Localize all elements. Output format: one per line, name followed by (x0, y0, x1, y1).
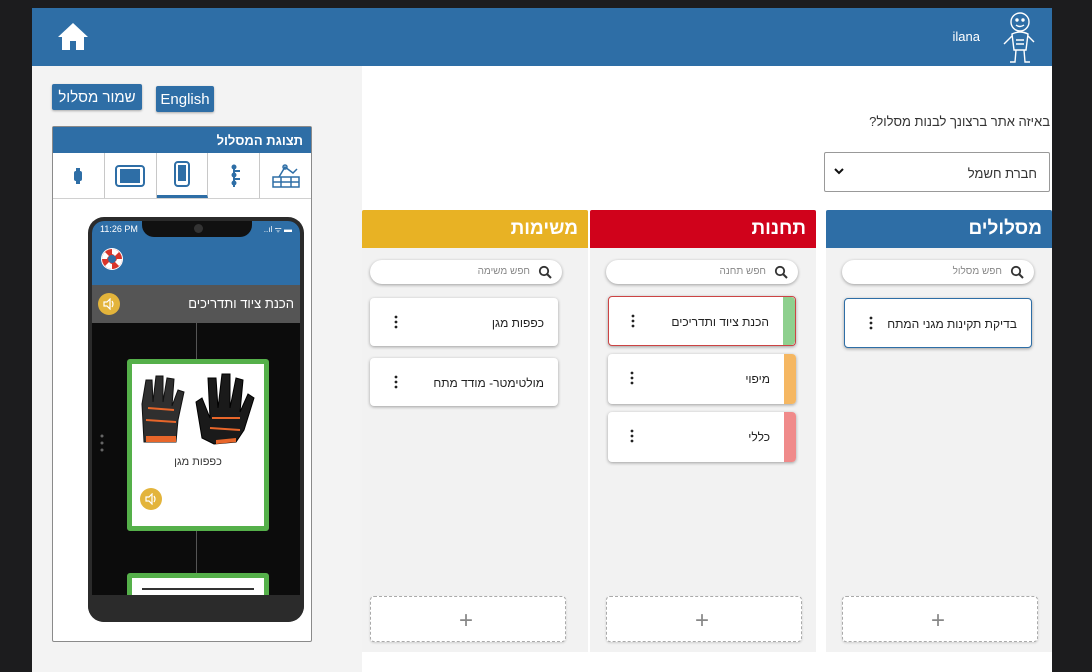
avatar[interactable] (998, 10, 1038, 64)
search-icon (774, 265, 788, 279)
save-route-button[interactable]: שמור מסלול (52, 84, 142, 110)
route-list-icon (231, 164, 240, 187)
tab-map-view[interactable] (260, 153, 311, 198)
tasks-column-header: משימות (362, 210, 588, 248)
kebab-menu-icon[interactable] (631, 314, 635, 328)
add-route-button[interactable]: + (842, 596, 1038, 642)
company-select[interactable]: חברת חשמל (824, 152, 1050, 192)
task-item-label: כפפות מגן (491, 316, 544, 330)
phone-station-bar: הכנת ציוד ותדריכים (92, 285, 300, 323)
top-bar: ilana (32, 8, 1052, 66)
phone-route-body: כפפות מגן (92, 323, 300, 595)
map-view-icon (271, 163, 300, 188)
kebab-menu-icon[interactable] (630, 371, 634, 385)
kebab-menu-icon[interactable] (630, 429, 634, 443)
tab-phone-view[interactable] (156, 153, 209, 198)
plus-icon: + (459, 607, 474, 634)
task-item[interactable]: מולטימטר- מודד מתח (370, 358, 558, 406)
route-preview-title: תצוגת המסלול (53, 127, 311, 153)
main-area: באיזה אתר ברצונך לבנות מסלול? חברת חשמל … (362, 66, 1052, 672)
task-item[interactable]: כפפות מגן (370, 298, 558, 346)
route-preview-panel: תצוגת המסלול 11:26 PM ..ıl ᯤ ▬ הכנת ציוד… (52, 126, 312, 642)
phone-status-bar: 11:26 PM ..ıl ᯤ ▬ (92, 221, 300, 239)
phone-screen: 11:26 PM ..ıl ᯤ ▬ הכנת ציוד ותדריכים כפפ… (92, 221, 300, 595)
station-item[interactable]: כללי (608, 412, 796, 462)
station-item-label: הכנת ציוד ותדריכים (671, 315, 769, 329)
search-icon (1010, 265, 1024, 279)
watch-icon (74, 167, 83, 184)
chevron-down-icon (834, 168, 844, 175)
tab-watch-view[interactable] (53, 153, 105, 198)
app-window: ilana שמור מסלול English תצוגת המסלול 11… (32, 8, 1052, 672)
phone-task-card[interactable]: כפפות מגן (127, 359, 269, 531)
station-color-stripe (784, 354, 796, 404)
task-item-label: מולטימטר- מודד מתח (433, 376, 544, 390)
station-item[interactable]: הכנת ציוד ותדריכים (608, 296, 796, 346)
route-item[interactable]: בדיקת תקינות מגני המתח (844, 298, 1032, 348)
tablet-icon (115, 164, 146, 187)
routes-column: מסלולים חפש מסלול בדיקת תקינות מגני המתח… (826, 210, 1052, 652)
english-language-button[interactable]: English (156, 86, 214, 112)
phone-app-bar (92, 239, 300, 285)
routes-column-header: מסלולים (826, 210, 1052, 248)
route-item-label: בדיקת תקינות מגני המתח (887, 317, 1017, 331)
search-icon (538, 265, 552, 279)
phone-task-label: כפפות מגן (174, 456, 222, 468)
view-tabs (53, 153, 311, 199)
home-icon[interactable] (56, 20, 90, 52)
station-item[interactable]: מיפוי (608, 354, 796, 404)
phone-task-card-next[interactable] (127, 573, 269, 595)
phone-status-icons: ..ıl ᯤ ▬ (263, 225, 292, 234)
gloves-image (141, 373, 255, 445)
plus-icon: + (695, 607, 710, 634)
station-color-stripe (783, 297, 795, 345)
speaker-icon[interactable] (98, 293, 120, 315)
kebab-menu-icon[interactable] (394, 375, 398, 389)
tab-tablet-view[interactable] (105, 153, 157, 198)
task-search-placeholder: חפש משימה (477, 266, 530, 277)
phone-bottom-bezel (88, 595, 304, 622)
tab-route-view[interactable] (208, 153, 261, 198)
phone-preview: 11:26 PM ..ıl ᯤ ▬ הכנת ציוד ותדריכים כפפ… (88, 217, 304, 622)
station-color-stripe (784, 412, 796, 462)
task-search-input[interactable]: חפש משימה (370, 260, 562, 284)
username[interactable]: ilana (953, 29, 980, 44)
add-task-button[interactable]: + (370, 596, 566, 642)
phone-notch (142, 221, 252, 237)
phone-time: 11:26 PM (100, 224, 138, 234)
left-panel: שמור מסלול English תצוגת המסלול 11:26 PM… (32, 66, 362, 672)
add-station-button[interactable]: + (606, 596, 802, 642)
station-item-label: כללי (748, 430, 770, 444)
phone-icon (173, 161, 190, 187)
lifebuoy-icon[interactable] (100, 247, 124, 271)
route-search-input[interactable]: חפש מסלול (842, 260, 1034, 284)
station-item-label: מיפוי (745, 372, 770, 386)
drag-handle-icon[interactable] (100, 433, 104, 453)
tasks-column: משימות חפש משימה כפפות מגן מולטימטר- מוד… (362, 210, 588, 652)
stations-column: תחנות חפש תחנה הכנת ציוד ותדריכים מיפוי … (590, 210, 816, 652)
company-select-value: חברת חשמל (967, 166, 1037, 181)
kebab-menu-icon[interactable] (869, 316, 873, 330)
route-search-placeholder: חפש מסלול (952, 266, 1002, 277)
phone-station-title: הכנת ציוד ותדריכים (188, 296, 294, 311)
kebab-menu-icon[interactable] (394, 315, 398, 329)
plus-icon: + (931, 607, 946, 634)
site-question-label: באיזה אתר ברצונך לבנות מסלול? (869, 114, 1050, 129)
station-search-input[interactable]: חפש תחנה (606, 260, 798, 284)
speaker-icon[interactable] (140, 488, 162, 510)
stations-column-header: תחנות (590, 210, 816, 248)
station-search-placeholder: חפש תחנה (719, 266, 766, 277)
